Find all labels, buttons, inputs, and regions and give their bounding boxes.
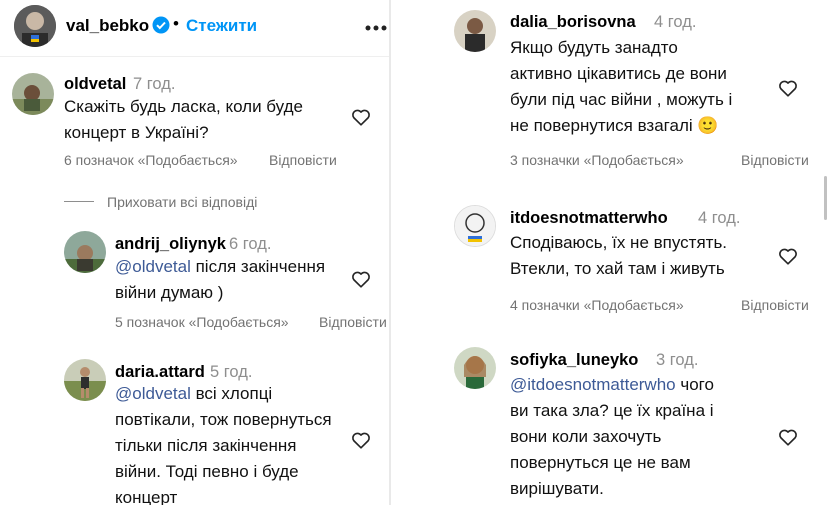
comment-time[interactable]: 4 год. xyxy=(654,13,696,32)
likes-count[interactable]: 3 позначки «Подобається» xyxy=(510,152,684,168)
header-dot: • xyxy=(173,14,179,33)
avatar[interactable] xyxy=(64,231,106,273)
like-heart-icon[interactable] xyxy=(350,429,372,451)
right-comments-panel: dalia_borisovna 4 год. Якщо будуть занад… xyxy=(391,0,828,505)
avatar[interactable] xyxy=(64,359,106,401)
author-avatar[interactable] xyxy=(14,5,56,47)
reply-text: @oldvetal після закінчення війни думаю ) xyxy=(115,257,326,302)
replies-line xyxy=(64,201,94,202)
comment-username[interactable]: oldvetal xyxy=(64,75,126,94)
avatar[interactable] xyxy=(454,347,496,389)
mention-link[interactable]: @oldvetal xyxy=(115,384,191,403)
reply-username[interactable]: andrij_oliynyk xyxy=(115,235,226,254)
like-heart-icon[interactable] xyxy=(777,77,799,99)
comment-text: Якщо будуть занадто активно цікавитись д… xyxy=(510,38,733,135)
like-heart-icon[interactable] xyxy=(777,426,799,448)
reply-time[interactable]: 6 год. xyxy=(229,235,271,254)
likes-count[interactable]: 4 позначки «Подобається» xyxy=(510,297,684,313)
likes-count[interactable]: 6 позначок «Подобається» xyxy=(64,152,238,168)
likes-count[interactable]: 5 позначок «Подобається» xyxy=(115,314,289,330)
reply-button[interactable]: Відповісти xyxy=(741,152,809,168)
mention-link[interactable]: @oldvetal xyxy=(115,257,191,276)
reply-time[interactable]: 5 год. xyxy=(210,363,252,382)
like-heart-icon[interactable] xyxy=(350,268,372,290)
follow-button[interactable]: Стежити xyxy=(186,16,257,36)
comment-time[interactable]: 3 год. xyxy=(656,351,698,370)
ellipsis-icon[interactable] xyxy=(364,19,388,37)
reply-username[interactable]: daria.attard xyxy=(115,363,205,382)
comment-username[interactable]: sofiyka_luneyko xyxy=(510,351,638,370)
reply-button[interactable]: Відповісти xyxy=(269,152,337,168)
author-username[interactable]: val_bebko xyxy=(66,16,149,36)
verified-badge-icon xyxy=(152,16,170,39)
comment-text: @itdoesnotmatterwho чого ви така зла? це… xyxy=(510,375,714,498)
mention-link[interactable]: @itdoesnotmatterwho xyxy=(510,375,676,394)
comment-username[interactable]: dalia_borisovna xyxy=(510,13,636,32)
comment-text: Сподіваюсь, їх не впустять. Втекли, то х… xyxy=(510,233,728,278)
scrollbar-thumb[interactable] xyxy=(824,176,827,220)
like-heart-icon[interactable] xyxy=(350,106,372,128)
reply-text: @oldvetal всі хлопці повтікали, тож пове… xyxy=(115,384,332,505)
header-divider xyxy=(0,56,390,57)
reply-button[interactable]: Відповісти xyxy=(741,297,809,313)
reply-button[interactable]: Відповісти xyxy=(319,314,387,330)
comment-time[interactable]: 4 год. xyxy=(698,209,740,228)
avatar[interactable] xyxy=(454,205,496,247)
avatar[interactable] xyxy=(12,73,54,115)
comment-username[interactable]: itdoesnotmatterwho xyxy=(510,209,668,228)
left-comments-panel: val_bebko • Стежити oldvetal 7 год. Скаж… xyxy=(0,0,390,505)
comment-text: Скажіть будь ласка, коли буде концерт в … xyxy=(64,97,303,142)
avatar[interactable] xyxy=(454,10,496,52)
like-heart-icon[interactable] xyxy=(777,245,799,267)
comment-time[interactable]: 7 год. xyxy=(133,75,175,94)
hide-replies-button[interactable]: Приховати всі відповіді xyxy=(107,194,257,210)
